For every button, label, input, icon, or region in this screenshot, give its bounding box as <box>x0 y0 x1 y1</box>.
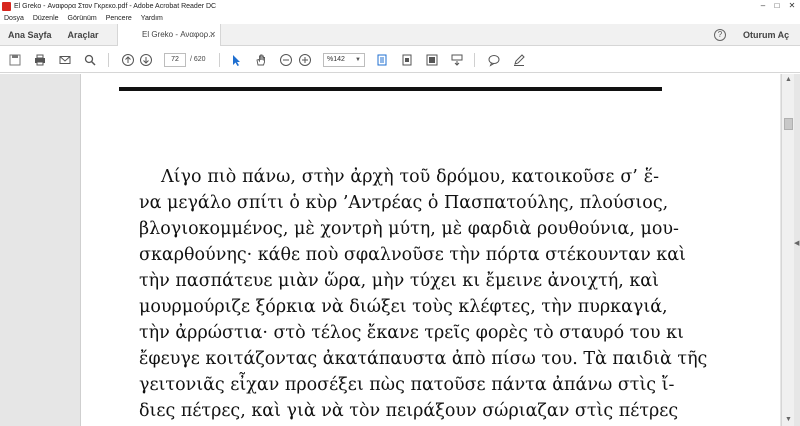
page-text: Λίγο πιὸ πάνω, στὴν ἀρχὴ τοῦ δρόμου, κατ… <box>139 164 708 424</box>
toolbar-divider <box>108 53 109 67</box>
tab-home[interactable]: Ana Sayfa <box>0 24 60 46</box>
text-line: ἔφευγε κοιτάζοντας ἀκατάπαυστα ἀπὸ πίσω … <box>139 349 708 369</box>
text-line: σκαρθούνης· κάθε ποὺ σφαλνοῦσε τὴν πόρτα… <box>139 245 686 265</box>
zoom-select[interactable]: %142 ▼ <box>323 53 365 67</box>
sign-in-button[interactable]: Oturum Aç <box>743 24 789 46</box>
page-up-icon[interactable] <box>120 52 136 68</box>
full-screen-icon[interactable] <box>424 52 440 68</box>
close-tab-icon[interactable]: ✕ <box>209 24 216 46</box>
menu-bar: Dosya Düzenle Görünüm Pencere Yardım <box>0 12 800 24</box>
title-bar: El Greko - Αναφορα Στον Γκρεκο.pdf - Ado… <box>0 0 800 12</box>
text-line: τὴν πασπάτευε μιὰν ὥρα, μὴν τύχει κι ἔμε… <box>139 271 659 291</box>
text-line: γειτονιᾶς εἶχαν προσέξει πὼς πατοῦσε πάν… <box>139 375 675 395</box>
tab-document-label: El Greko - Αναφορ... <box>142 30 215 39</box>
minimize-icon[interactable]: – <box>756 0 770 12</box>
toolbar: 72 / 620 %142 ▼ <box>0 47 800 73</box>
zoom-in-icon[interactable] <box>297 52 313 68</box>
page-number-input[interactable]: 72 <box>164 53 186 67</box>
chevron-left-icon[interactable]: ◀ <box>794 239 799 247</box>
text-line: μουρμούριζε ξόρκια νὰ διώξει τοὺς κλέφτε… <box>139 297 668 317</box>
acrobat-icon <box>2 1 11 11</box>
vertical-scrollbar[interactable]: ▲ ▼ <box>781 74 794 426</box>
toolbar-divider <box>219 53 220 67</box>
save-icon[interactable] <box>7 52 23 68</box>
window-controls: – □ ✕ <box>756 0 800 12</box>
text-line: να μεγάλο σπίτι ὁ κὺρ ’Αντρέας ὁ Πασπατο… <box>139 193 669 213</box>
comment-icon[interactable] <box>486 52 502 68</box>
close-icon[interactable]: ✕ <box>784 0 800 12</box>
hand-tool-icon[interactable] <box>253 52 269 68</box>
text-line: διες πέτρες, καὶ γιὰ νὰ τὸν πειράξουν σώ… <box>139 401 679 421</box>
scroll-mode-icon[interactable] <box>449 52 465 68</box>
maximize-icon[interactable]: □ <box>770 0 784 12</box>
menu-window[interactable]: Pencere <box>106 15 132 22</box>
search-icon[interactable] <box>82 52 98 68</box>
zoom-out-icon[interactable] <box>278 52 294 68</box>
print-icon[interactable] <box>32 52 48 68</box>
rotate-icon[interactable] <box>399 52 415 68</box>
text-line: βλογιοκομμένος, μὲ χοντρὴ μύτη, μὲ φαρδι… <box>139 219 679 239</box>
pen-icon[interactable] <box>511 52 527 68</box>
toolbar-divider <box>474 53 475 67</box>
page-total: / 620 <box>190 56 206 63</box>
zoom-value: %142 <box>327 56 345 63</box>
right-panel-strip: ◀ <box>794 74 800 426</box>
text-line: Λίγο πιὸ πάνω, στὴν ἀρχὴ τοῦ δρόμου, κατ… <box>161 167 659 187</box>
scrollbar-thumb[interactable] <box>784 118 793 130</box>
pdf-page: Λίγο πιὸ πάνω, στὴν ἀρχὴ τοῦ δρόμου, κατ… <box>80 74 780 426</box>
window-title: El Greko - Αναφορα Στον Γκρεκο.pdf - Ado… <box>14 2 217 10</box>
select-cursor-icon[interactable] <box>228 52 244 68</box>
menu-help[interactable]: Yardım <box>141 15 163 22</box>
fit-page-icon[interactable] <box>374 52 390 68</box>
chevron-down-icon: ▼ <box>355 57 361 63</box>
menu-file[interactable]: Dosya <box>4 15 24 22</box>
page-down-icon[interactable] <box>138 52 154 68</box>
tab-tools[interactable]: Araçlar <box>60 24 107 46</box>
tab-document[interactable]: El Greko - Αναφορ... ✕ <box>117 24 221 46</box>
email-icon[interactable] <box>57 52 73 68</box>
tab-bar: Ana Sayfa Araçlar El Greko - Αναφορ... ✕… <box>0 24 800 46</box>
page-rule <box>119 87 662 91</box>
menu-view[interactable]: Görünüm <box>68 15 97 22</box>
document-area: Λίγο πιὸ πάνω, στὴν ἀρχὴ τοῦ δρόμου, κατ… <box>0 74 781 426</box>
menu-edit[interactable]: Düzenle <box>33 15 59 22</box>
help-icon[interactable]: ? <box>714 29 726 41</box>
text-line: τὴν ἀρρώστια· στὸ τέλος ἔκανε τρεῖς φορὲ… <box>139 323 684 343</box>
